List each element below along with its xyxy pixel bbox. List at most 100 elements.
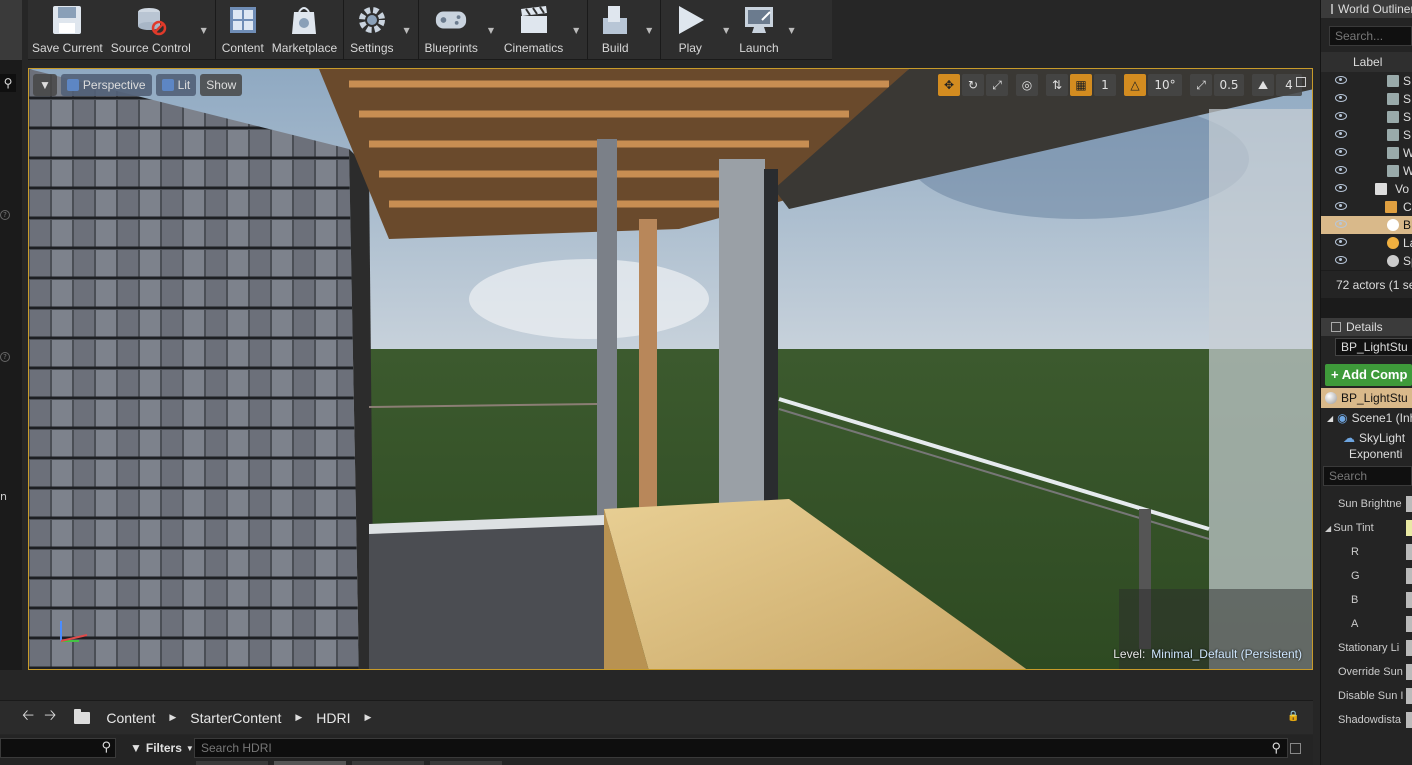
cinematics-dropdown[interactable]: ▼ <box>567 0 585 60</box>
visibility-eye-icon[interactable] <box>1335 256 1347 264</box>
breadcrumb-item[interactable]: HDRI <box>316 710 350 726</box>
grid-snap-icon[interactable]: ▦ <box>1070 74 1092 96</box>
outliner-row[interactable]: S <box>1321 90 1412 108</box>
visibility-eye-icon[interactable] <box>1335 166 1347 174</box>
perspective-button[interactable]: Perspective <box>60 74 152 96</box>
content-button[interactable]: Content <box>218 0 268 60</box>
property-value-field[interactable] <box>1406 640 1412 656</box>
cinematics-button[interactable]: Cinematics <box>500 0 567 60</box>
property-value-field[interactable] <box>1406 568 1412 584</box>
property-value-field[interactable] <box>1406 712 1412 728</box>
outliner-row[interactable]: W <box>1321 162 1412 180</box>
marketplace-button[interactable]: Marketplace <box>268 0 341 60</box>
outliner-row[interactable]: S <box>1321 72 1412 90</box>
lit-button[interactable]: Lit <box>155 74 197 96</box>
launch-button[interactable]: Launch <box>735 0 782 60</box>
outliner-row[interactable]: BP <box>1321 216 1412 234</box>
outliner-row[interactable]: S <box>1321 126 1412 144</box>
visibility-eye-icon[interactable] <box>1335 148 1347 156</box>
forward-arrow-icon[interactable]: 🡢 <box>44 705 56 730</box>
add-component-button[interactable]: + Add Comp <box>1325 364 1412 386</box>
search-icon[interactable]: ⚲ <box>0 74 16 92</box>
visibility-eye-icon[interactable] <box>1335 238 1347 246</box>
property-value-field[interactable] <box>1406 592 1412 608</box>
settings-button[interactable]: Settings <box>346 0 397 60</box>
grid-snap-value[interactable]: 1 <box>1094 74 1116 96</box>
component-root-row[interactable]: BP_LightStu <box>1321 388 1412 408</box>
camera-speed-icon[interactable]: ⛰ <box>1252 74 1274 96</box>
visibility-eye-icon[interactable] <box>1335 112 1347 120</box>
blueprints-dropdown[interactable]: ▼ <box>482 0 500 60</box>
property-value-field[interactable] <box>1406 664 1412 680</box>
rotation-snap-value[interactable]: 10° <box>1148 74 1182 96</box>
visibility-eye-icon[interactable] <box>1335 94 1347 102</box>
outliner-column-label[interactable]: Label <box>1321 52 1412 72</box>
tab-details[interactable]: Details <box>1321 318 1412 336</box>
actor-name-field[interactable]: BP_LightStu <box>1335 338 1412 356</box>
outliner-row-label: W <box>1403 164 1412 178</box>
outliner-row[interactable]: Lar <box>1321 234 1412 252</box>
launch-dropdown[interactable]: ▼ <box>783 0 801 60</box>
property-value-field[interactable] <box>1406 520 1412 536</box>
property-value-field[interactable] <box>1406 496 1412 512</box>
breadcrumb-separator-icon[interactable]: ▶ <box>169 713 176 723</box>
component-row[interactable]: ◢ ◉ Scene1 (Inh <box>1321 408 1412 428</box>
source-control-dropdown[interactable]: ▼ <box>195 0 213 60</box>
folder-search-input[interactable]: ⚲ <box>0 738 116 758</box>
lock-icon[interactable]: 🔒 <box>1287 711 1299 723</box>
rotation-snap-icon[interactable]: △ <box>1124 74 1146 96</box>
property-value-field[interactable] <box>1406 616 1412 632</box>
source-control-button[interactable]: Source Control <box>107 0 195 60</box>
property-value-field[interactable] <box>1406 688 1412 704</box>
property-value-field[interactable] <box>1406 544 1412 560</box>
outliner-row[interactable]: Vo <box>1321 180 1412 198</box>
outliner-row[interactable]: W <box>1321 144 1412 162</box>
asset-thumbnail[interactable] <box>274 761 346 765</box>
visibility-eye-icon[interactable] <box>1335 220 1347 228</box>
help-icon[interactable]: ? <box>0 210 10 220</box>
scale-snap-icon[interactable]: ⤢ <box>1190 74 1212 96</box>
help-icon[interactable]: ? <box>0 352 10 362</box>
translate-mode-icon[interactable]: ✥ <box>938 74 960 96</box>
visibility-eye-icon[interactable] <box>1335 130 1347 138</box>
play-button[interactable]: Play <box>663 0 717 60</box>
show-button[interactable]: Show <box>200 74 243 96</box>
surface-snap-icon[interactable]: ⇅ <box>1046 74 1068 96</box>
component-row[interactable]: Exponenti <box>1321 448 1412 460</box>
visibility-eye-icon[interactable] <box>1335 184 1347 192</box>
component-row[interactable]: ☁ SkyLight <box>1321 428 1412 448</box>
save-search-icon[interactable] <box>1290 743 1301 754</box>
visibility-eye-icon[interactable] <box>1335 76 1347 84</box>
level-viewport[interactable]: ▼ Perspective Lit Show ✥ ↻ ⤢ ◎ ⇅ ▦ 1 △ 1… <box>28 68 1313 670</box>
back-arrow-icon[interactable]: 🡠 <box>22 705 34 730</box>
build-dropdown[interactable]: ▼ <box>640 0 658 60</box>
asset-thumbnail[interactable] <box>352 761 424 765</box>
breadcrumb-separator-icon[interactable]: ▶ <box>365 713 372 723</box>
settings-dropdown[interactable]: ▼ <box>398 0 416 60</box>
save-current-button[interactable]: Save Current <box>28 0 107 60</box>
outliner-search-input[interactable]: Search... <box>1329 26 1412 46</box>
expand-arrow-icon[interactable]: ◢ <box>1327 414 1333 423</box>
scale-mode-icon[interactable]: ⤢ <box>986 74 1008 96</box>
scale-snap-value[interactable]: 0.5 <box>1214 74 1244 96</box>
maximize-viewport-icon[interactable] <box>1296 77 1306 87</box>
breadcrumb-item[interactable]: Content <box>106 710 155 726</box>
tab-world-outliner[interactable]: World Outliner <box>1321 0 1412 18</box>
outliner-row[interactable]: S <box>1321 108 1412 126</box>
asset-thumbnail[interactable] <box>430 761 502 765</box>
filters-button[interactable]: ▼ Filters ▼ <box>130 738 194 758</box>
world-local-icon[interactable]: ◎ <box>1016 74 1038 96</box>
visibility-eye-icon[interactable] <box>1335 202 1347 210</box>
play-dropdown[interactable]: ▼ <box>717 0 735 60</box>
breadcrumb-item[interactable]: StarterContent <box>190 710 281 726</box>
breadcrumb-separator-icon[interactable]: ▶ <box>295 713 302 723</box>
build-button[interactable]: Build <box>590 0 640 60</box>
outliner-row[interactable]: Spl <box>1321 252 1412 270</box>
viewport-options-dropdown[interactable]: ▼ <box>33 74 57 96</box>
outliner-row[interactable]: C <box>1321 198 1412 216</box>
rotate-mode-icon[interactable]: ↻ <box>962 74 984 96</box>
asset-thumbnail[interactable] <box>196 761 268 765</box>
details-search-input[interactable]: Search <box>1323 466 1412 486</box>
blueprints-button[interactable]: Blueprints <box>421 0 482 60</box>
asset-search-input[interactable]: Search HDRI ⚲ <box>194 738 1288 758</box>
